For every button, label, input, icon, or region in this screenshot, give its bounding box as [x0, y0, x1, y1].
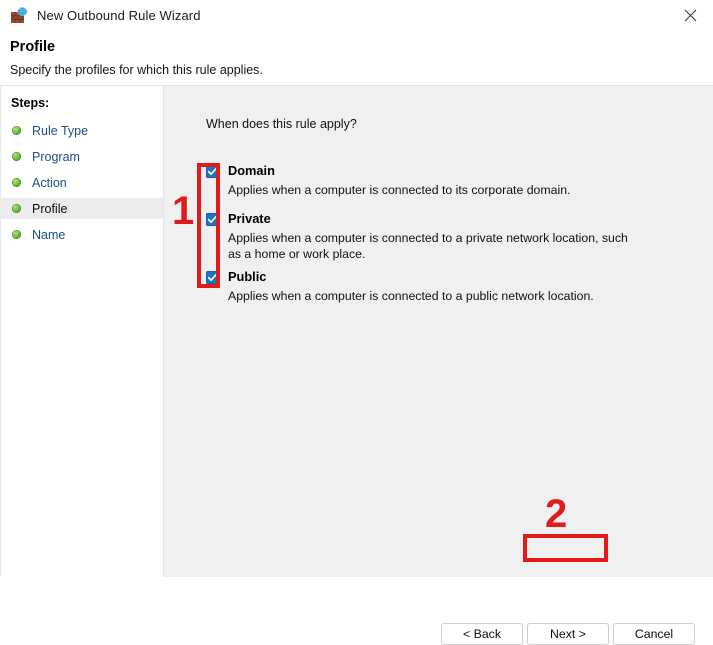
- sidebar-item-label: Program: [32, 149, 80, 164]
- step-bullet-icon: [12, 126, 21, 135]
- private-label: Private: [228, 211, 271, 226]
- steps-sidebar: Steps: Rule Type Program Action Profile …: [0, 86, 164, 577]
- public-label: Public: [228, 269, 267, 284]
- back-button[interactable]: < Back: [441, 623, 523, 645]
- close-icon[interactable]: [668, 0, 713, 31]
- public-description: Applies when a computer is connected to …: [228, 289, 594, 303]
- step-bullet-icon: [12, 204, 21, 213]
- domain-description: Applies when a computer is connected to …: [228, 183, 571, 197]
- steps-heading: Steps:: [11, 96, 50, 110]
- sidebar-item-label: Rule Type: [32, 123, 89, 138]
- next-button[interactable]: Next >: [527, 623, 609, 645]
- annotation-highlight-checkboxes: [197, 163, 220, 288]
- annotation-highlight-next-button: [523, 534, 608, 562]
- sidebar-item-label: Name: [32, 227, 66, 242]
- step-bullet-icon: [12, 178, 21, 187]
- cancel-button[interactable]: Cancel: [613, 623, 695, 645]
- sidebar-item-action[interactable]: Action: [0, 172, 163, 193]
- sidebar-item-rule-type[interactable]: Rule Type: [0, 120, 163, 141]
- firewall-brick-wall-globe-icon: [10, 6, 28, 25]
- step-bullet-icon: [12, 152, 21, 161]
- domain-label: Domain: [228, 163, 275, 178]
- sidebar-item-name[interactable]: Name: [0, 224, 163, 245]
- sidebar-item-label: Action: [32, 175, 67, 190]
- annotation-number-2: 2: [545, 492, 568, 536]
- sidebar-item-profile[interactable]: Profile: [0, 198, 163, 219]
- page-subtitle: Specify the profiles for which this rule…: [10, 63, 263, 77]
- wizard-body: Steps: Rule Type Program Action Profile …: [0, 86, 713, 645]
- sidebar-item-label: Profile: [32, 201, 68, 216]
- annotation-number-1: 1: [172, 189, 195, 233]
- page-title: Profile: [10, 39, 56, 55]
- window-title: New Outbound Rule Wizard: [37, 8, 201, 23]
- question-label: When does this rule apply?: [206, 117, 357, 131]
- sidebar-item-program[interactable]: Program: [0, 146, 163, 167]
- step-bullet-icon: [12, 230, 21, 239]
- page-header: Profile Specify the profiles for which t…: [0, 31, 713, 85]
- main-panel: When does this rule apply? Domain Applie…: [164, 86, 713, 645]
- private-description: Applies when a computer is connected to …: [228, 231, 628, 261]
- title-bar: New Outbound Rule Wizard: [0, 0, 713, 31]
